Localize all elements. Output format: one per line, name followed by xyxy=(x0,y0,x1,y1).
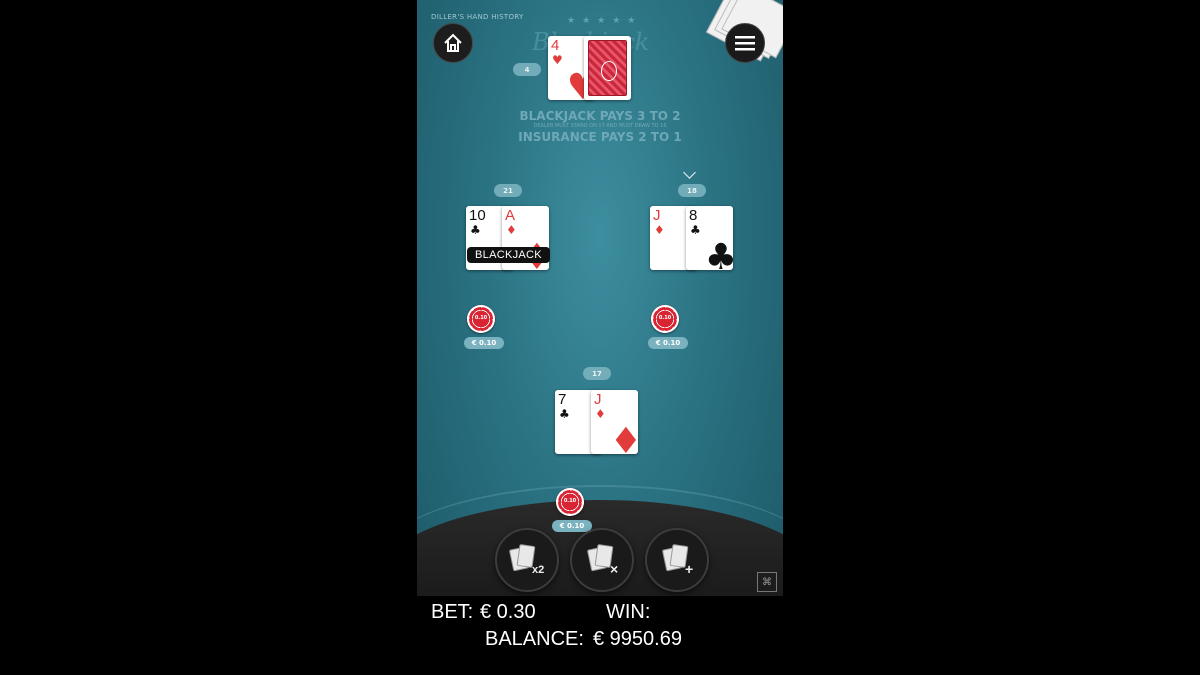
provider-logo-icon: ⌘ xyxy=(757,572,777,592)
logo-stars: ★★★★★ xyxy=(567,16,643,26)
dealer-hidden-card xyxy=(584,36,631,100)
active-hand-chevron-icon xyxy=(683,166,696,179)
card-rank: A xyxy=(505,207,516,224)
card-suit: ♦ xyxy=(654,223,665,237)
card-suit: ♦ xyxy=(506,223,517,237)
player-card: 8 ♣ ♣ xyxy=(686,206,733,270)
rules-dealer-stand: DEALER MUST STAND ON 17 AND MUST DRAW TO… xyxy=(533,123,667,129)
hit-label: + xyxy=(685,561,694,577)
dealer-history-label[interactable]: DILLER'S HAND HISTORY xyxy=(431,13,524,21)
win-label: WIN: xyxy=(606,601,651,623)
card-rank: 4 xyxy=(551,37,560,54)
hand-count: 21 xyxy=(494,184,522,197)
balance-label: BALANCE: xyxy=(485,628,584,650)
card-suit: ♣ xyxy=(690,223,701,237)
double-button[interactable]: x2 xyxy=(495,528,559,592)
rules-blackjack-pays: BLACKJACK PAYS 3 TO 2 xyxy=(519,109,681,123)
bet-chip: 0.10 xyxy=(556,488,584,516)
balance-value: € 9950.69 xyxy=(593,628,682,650)
card-rank: J xyxy=(594,391,602,408)
hand-bet-amount: € 0.10 xyxy=(464,337,504,349)
double-label: x2 xyxy=(532,564,545,576)
stand-button[interactable]: × xyxy=(570,528,634,592)
hand-count: 18 xyxy=(678,184,706,197)
stand-label: × xyxy=(610,561,619,577)
card-suit-large: ♦ xyxy=(609,421,638,455)
card-rank: 7 xyxy=(558,391,567,408)
status-bar: BET: € 0.30 WIN: BALANCE: € 9950.69 xyxy=(417,596,783,675)
card-suit: ♥ xyxy=(552,53,563,67)
home-icon xyxy=(444,33,462,52)
bet-value: € 0.30 xyxy=(480,601,536,623)
blackjack-badge: BLACKJACK xyxy=(467,247,550,263)
home-button[interactable] xyxy=(433,23,473,63)
card-rank: J xyxy=(653,207,661,224)
card-suit: ♦ xyxy=(595,407,606,421)
card-rank: 10 xyxy=(469,207,486,224)
hand-count: 17 xyxy=(583,367,611,380)
hand-bet-amount: € 0.10 xyxy=(648,337,688,349)
hamburger-menu-icon xyxy=(735,36,755,51)
rules-insurance-pays: INSURANCE PAYS 2 TO 1 xyxy=(518,130,682,144)
hand-bet-amount: € 0.10 xyxy=(552,520,592,532)
card-suit: ♣ xyxy=(559,407,570,421)
bet-chip: 0.10 xyxy=(467,305,495,333)
card-suit: ♣ xyxy=(470,223,481,237)
blackjack-table: DILLER'S HAND HISTORY ★★★★★ Blackjack 4 … xyxy=(417,0,783,675)
bet-label: BET: xyxy=(431,601,474,623)
player-card: J ♦ ♦ xyxy=(591,390,638,454)
card-suit-large: ♣ xyxy=(704,237,733,271)
bet-chip: 0.10 xyxy=(651,305,679,333)
card-rank: 8 xyxy=(689,207,698,224)
hit-button[interactable]: + xyxy=(645,528,709,592)
menu-button[interactable] xyxy=(725,23,765,63)
dealer-count: 4 xyxy=(513,63,541,76)
